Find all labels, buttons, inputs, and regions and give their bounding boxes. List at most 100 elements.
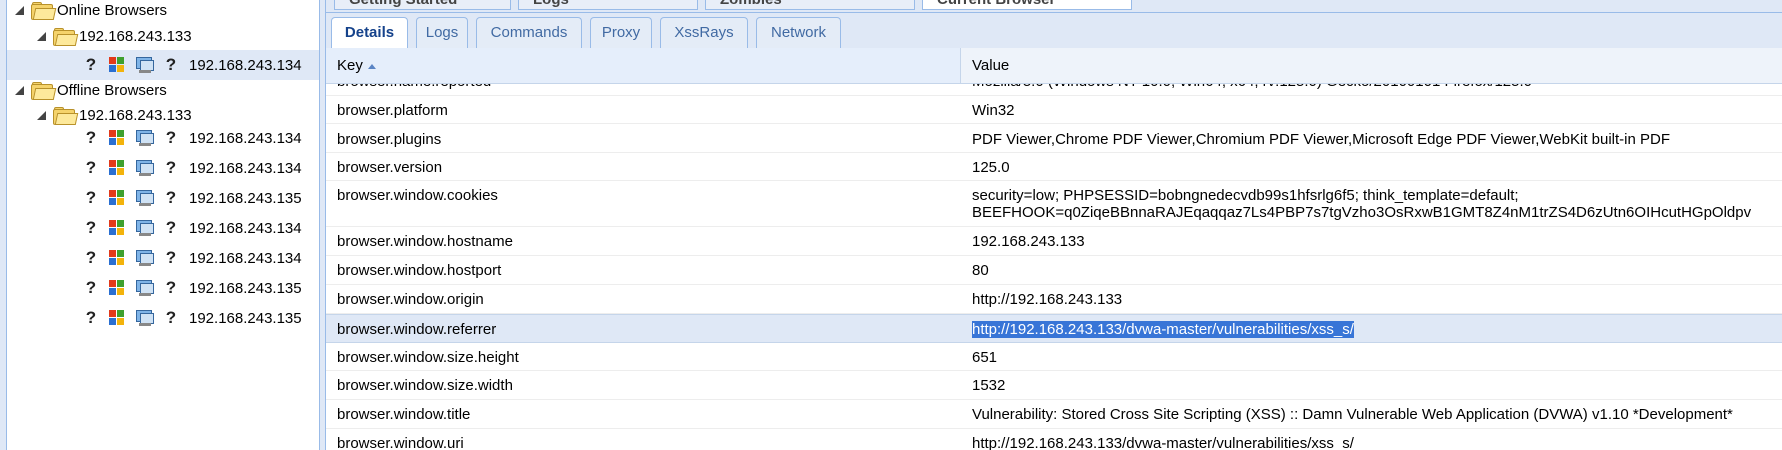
tab-logs-outer[interactable]: Logs (518, 0, 698, 10)
grid-row[interactable]: browser.window.uri http://192.168.243.133… (326, 429, 1782, 450)
tab-details[interactable]: Details (331, 17, 408, 49)
grid-cell-value[interactable]: http://192.168.243.133/dvwa-master/vulne… (961, 435, 1782, 450)
tree-browser-offline-6[interactable]: ?? 192.168.243.135 (83, 303, 302, 333)
unknown-browser-icon: ? (85, 278, 97, 297)
folder-icon (53, 27, 79, 46)
windows-os-icon (107, 218, 127, 238)
grid-row[interactable]: browser.plugins PDF Viewer,Chrome PDF Vie… (326, 124, 1782, 153)
grid-cell-value[interactable]: 192.168.243.133 (961, 233, 1782, 250)
expand-arrow-icon[interactable] (37, 31, 47, 41)
grid-cell-key: browser.name.reported (326, 84, 961, 90)
windows-os-icon (107, 308, 127, 328)
tree-browser-offline-0[interactable]: ?? 192.168.243.134 (83, 123, 302, 153)
tab-getting-started[interactable]: Getting Started (334, 0, 511, 10)
grid-cell-value[interactable]: 80 (961, 262, 1782, 279)
hardware-computer-icon (135, 310, 154, 326)
tree-browser-offline-3[interactable]: ?? 192.168.243.134 (83, 213, 302, 243)
windows-os-icon (107, 158, 127, 178)
browser-ip-label: 192.168.243.134 (189, 56, 302, 74)
unknown-browser-icon: ? (85, 248, 97, 267)
grid-cell-key: browser.window.title (337, 406, 471, 423)
expand-arrow-icon[interactable] (15, 85, 25, 95)
grid-cell-key: browser.window.hostport (337, 262, 502, 279)
unknown-status-icon: ? (165, 248, 177, 267)
grid-row[interactable]: browser.window.cookies security=low; PHPS… (326, 181, 1782, 227)
grid-cell-key: browser.window.cookies (337, 187, 498, 204)
grid-cell-value[interactable]: http://192.168.243.133 (961, 291, 1782, 308)
hardware-computer-icon (135, 130, 154, 146)
unknown-status-icon: ? (165, 188, 177, 207)
browser-ip-label: 192.168.243.135 (189, 279, 302, 297)
tab-xssrays[interactable]: XssRays (660, 17, 748, 48)
grid-cell-value[interactable]: http://192.168.243.133/dvwa-master/vulne… (961, 321, 1782, 338)
unknown-browser-icon: ? (85, 308, 97, 327)
grid-row[interactable]: browser.window.hostport 80 (326, 256, 1782, 285)
grid-row[interactable]: browser.name.reportedMozilla/5.0 (Window… (326, 84, 1782, 96)
panel-splitter[interactable] (319, 0, 326, 450)
grid-row[interactable]: browser.version 125.0 (326, 153, 1782, 181)
grid-row[interactable]: browser.window.size.height 651 (326, 343, 1782, 371)
tab-commands[interactable]: Commands (476, 17, 582, 48)
browser-ip-label: 192.168.243.135 (189, 309, 302, 327)
folder-icon (53, 106, 79, 125)
grid-cell-key: browser.plugins (337, 131, 442, 148)
unknown-status-icon: ? (165, 218, 177, 237)
tab-proxy[interactable]: Proxy (590, 17, 652, 48)
grid-row[interactable]: browser.window.origin http://192.168.243.… (326, 285, 1782, 314)
grid-cell-key: browser.window.size.width (337, 377, 513, 394)
windows-os-icon (107, 55, 127, 75)
details-grid-body[interactable]: browser.name.reportedMozilla/5.0 (Window… (326, 84, 1782, 450)
tree-browser-offline-2[interactable]: ?? 192.168.243.135 (83, 183, 302, 213)
unknown-browser-icon: ? (85, 158, 97, 177)
selected-text[interactable]: http://192.168.243.133/dvwa-master/vulne… (972, 321, 1354, 338)
panel-edge (0, 0, 7, 450)
tab-current-browser[interactable]: Current Browser (922, 0, 1132, 10)
grid-cell-value[interactable]: 1532 (961, 377, 1782, 394)
tree-node-label: 192.168.243.133 (79, 27, 192, 45)
key-column-header[interactable]: Key (326, 48, 961, 83)
grid-cell-value[interactable]: PDF Viewer,Chrome PDF Viewer,Chromium PD… (961, 131, 1782, 148)
grid-cell-key: browser.platform (337, 102, 448, 119)
tree-browser-offline-1[interactable]: ?? 192.168.243.134 (83, 153, 302, 183)
sort-ascending-icon (367, 63, 376, 69)
grid-row[interactable]: browser.window.title Vulnerability: Store… (326, 400, 1782, 429)
browser-ip-label: 192.168.243.135 (189, 189, 302, 207)
grid-cell-value[interactable]: security=low; PHPSESSID=bobngnedecvdb99s… (961, 187, 1782, 221)
value-column-header[interactable]: Value (961, 48, 1782, 83)
grid-row[interactable]: browser.window.referrer http://192.168.24… (326, 314, 1782, 343)
tab-logs[interactable]: Logs (416, 17, 468, 48)
tree-node-online-ip-group[interactable]: 192.168.243.133 (37, 21, 192, 51)
unknown-status-icon: ? (165, 158, 177, 177)
windows-os-icon (107, 188, 127, 208)
browser-ip-label: 192.168.243.134 (189, 219, 302, 237)
expand-arrow-icon[interactable] (37, 110, 47, 120)
tree-browser-offline-5[interactable]: ?? 192.168.243.135 (83, 273, 302, 303)
grid-cell-key: browser.window.hostname (337, 233, 513, 250)
hardware-computer-icon (135, 250, 154, 266)
grid-cell-value[interactable]: 651 (961, 349, 1782, 366)
windows-os-icon (107, 128, 127, 148)
grid-row[interactable]: browser.window.hostname 192.168.243.133 (326, 227, 1782, 256)
grid-cell-key: browser.window.origin (337, 291, 484, 308)
tree-node-label: Offline Browsers (57, 81, 167, 99)
grid-row[interactable]: browser.window.size.width 1532 (326, 371, 1782, 400)
hardware-computer-icon (135, 280, 154, 296)
unknown-status-icon: ? (165, 128, 177, 147)
grid-cell-value[interactable]: Vulnerability: Stored Cross Site Scripti… (961, 406, 1782, 423)
unknown-status-icon: ? (165, 278, 177, 297)
grid-header: Key Value (326, 48, 1782, 84)
tree-browser-offline-4[interactable]: ?? 192.168.243.134 (83, 243, 302, 273)
expand-arrow-icon[interactable] (15, 5, 25, 15)
browser-ip-label: 192.168.243.134 (189, 249, 302, 267)
windows-os-icon (107, 248, 127, 268)
grid-cell-key: browser.window.size.height (337, 349, 519, 366)
grid-row[interactable]: browser.platform Win32 (326, 96, 1782, 124)
grid-cell-key: browser.window.uri (337, 435, 464, 450)
unknown-browser-icon: ? (85, 128, 97, 147)
tab-zombies[interactable]: Zombies (705, 0, 915, 10)
grid-cell-value[interactable]: Win32 (961, 102, 1782, 119)
grid-cell-value[interactable]: Mozilla/5.0 (Windows NT 10.0; Win64; x64… (961, 84, 1782, 90)
tab-network[interactable]: Network (756, 17, 841, 48)
grid-cell-value[interactable]: 125.0 (961, 159, 1782, 176)
outer-tab-strip: Getting Started Logs Zombies Current Bro… (326, 0, 1782, 13)
